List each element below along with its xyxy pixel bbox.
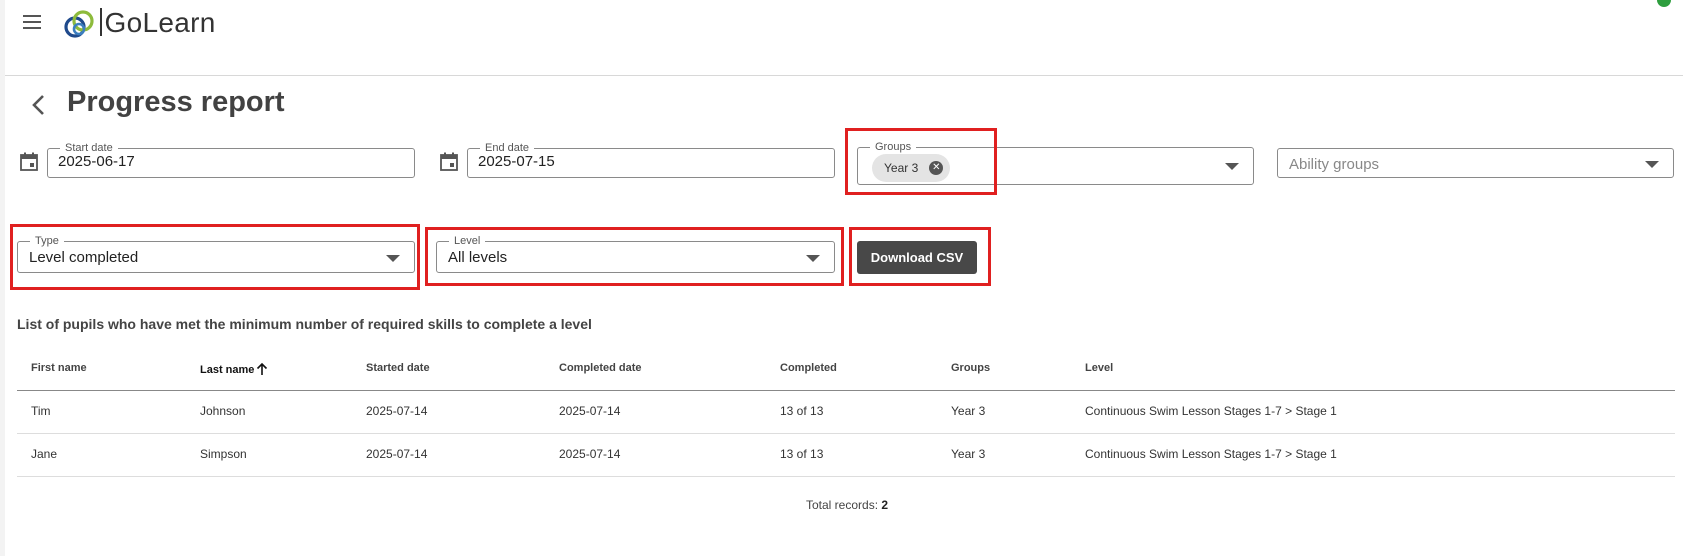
cell-level: Continuous Swim Lesson Stages 1-7 > Stag… — [1085, 404, 1337, 418]
chevron-down-icon[interactable] — [806, 255, 820, 262]
online-status-dot — [1657, 0, 1671, 7]
left-edge-strip — [0, 0, 5, 556]
report-description: List of pupils who have met the minimum … — [17, 316, 592, 332]
start-date-field[interactable]: Start date — [47, 141, 415, 178]
groups-label: Groups — [870, 140, 917, 154]
table-header: First name Last name Started date Comple… — [17, 350, 1675, 391]
ability-groups-placeholder: Ability groups — [1289, 156, 1380, 173]
type-label: Type — [30, 234, 64, 248]
cell-first-name: Jane — [31, 447, 58, 461]
type-value: Level completed — [29, 249, 139, 266]
cell-level: Continuous Swim Lesson Stages 1-7 > Stag… — [1085, 447, 1337, 461]
column-header-completed-date[interactable]: Completed date — [559, 362, 642, 374]
chevron-down-icon[interactable] — [386, 255, 400, 262]
chevron-down-icon[interactable] — [1645, 161, 1659, 168]
end-date-input[interactable] — [478, 153, 771, 170]
cell-completed: 13 of 13 — [780, 447, 824, 461]
cell-last-name: Johnson — [200, 404, 246, 418]
golearn-logo[interactable]: GoLearn — [62, 6, 222, 42]
download-csv-button[interactable]: Download CSV — [857, 241, 977, 274]
cell-last-name: Simpson — [200, 447, 247, 461]
cell-completed-date: 2025-07-14 — [559, 447, 621, 461]
groups-select[interactable]: Groups Year 3 ✕ — [857, 140, 1254, 185]
ability-groups-select[interactable]: Ability groups — [1277, 148, 1674, 178]
start-date-input[interactable] — [58, 153, 351, 170]
calendar-icon[interactable] — [438, 151, 460, 173]
cell-first-name: Tim — [31, 404, 51, 418]
chip-remove-icon[interactable]: ✕ — [929, 161, 944, 175]
chevron-down-icon[interactable] — [1225, 163, 1239, 170]
total-records-value: 2 — [881, 498, 889, 512]
top-app-bar: GoLearn — [5, 0, 1683, 76]
sort-ascending-icon — [257, 362, 268, 375]
cell-completed-date: 2025-07-14 — [559, 404, 621, 418]
column-header-completed[interactable]: Completed — [780, 362, 837, 374]
total-records-label: Total records: — [806, 498, 879, 512]
cell-groups: Year 3 — [951, 404, 986, 418]
table-row[interactable]: Tim Johnson 2025-07-14 2025-07-14 13 of … — [17, 390, 1675, 434]
total-records: Total records: 2 — [806, 498, 888, 512]
group-chip-label: Year 3 — [884, 161, 919, 175]
column-header-level[interactable]: Level — [1085, 362, 1113, 374]
hamburger-menu-icon[interactable] — [19, 10, 45, 36]
golearn-swirl-icon — [64, 10, 94, 38]
table-row[interactable]: Jane Simpson 2025-07-14 2025-07-14 13 of… — [17, 433, 1675, 477]
cell-groups: Year 3 — [951, 447, 986, 461]
cell-started-date: 2025-07-14 — [366, 447, 428, 461]
level-label: Level — [449, 234, 486, 248]
level-select[interactable]: Level All levels — [436, 234, 835, 273]
logo-wordmark: GoLearn — [100, 7, 216, 39]
group-chip-year-3: Year 3 ✕ — [872, 154, 951, 182]
chevron-left-icon[interactable] — [26, 90, 52, 120]
logo-text: GoLearn — [104, 7, 216, 38]
calendar-icon[interactable] — [18, 151, 40, 173]
level-value: All levels — [448, 249, 508, 266]
column-header-first-name[interactable]: First name — [31, 362, 87, 374]
column-header-groups[interactable]: Groups — [951, 362, 990, 374]
page-title: Progress report — [67, 86, 285, 118]
last-name-header-label: Last name — [200, 364, 255, 376]
column-header-started-date[interactable]: Started date — [366, 362, 430, 374]
type-select[interactable]: Type Level completed — [17, 234, 415, 273]
column-header-last-name[interactable]: Last name — [200, 362, 268, 376]
end-date-field[interactable]: End date — [467, 141, 835, 178]
cell-completed: 13 of 13 — [780, 404, 824, 418]
cell-started-date: 2025-07-14 — [366, 404, 428, 418]
